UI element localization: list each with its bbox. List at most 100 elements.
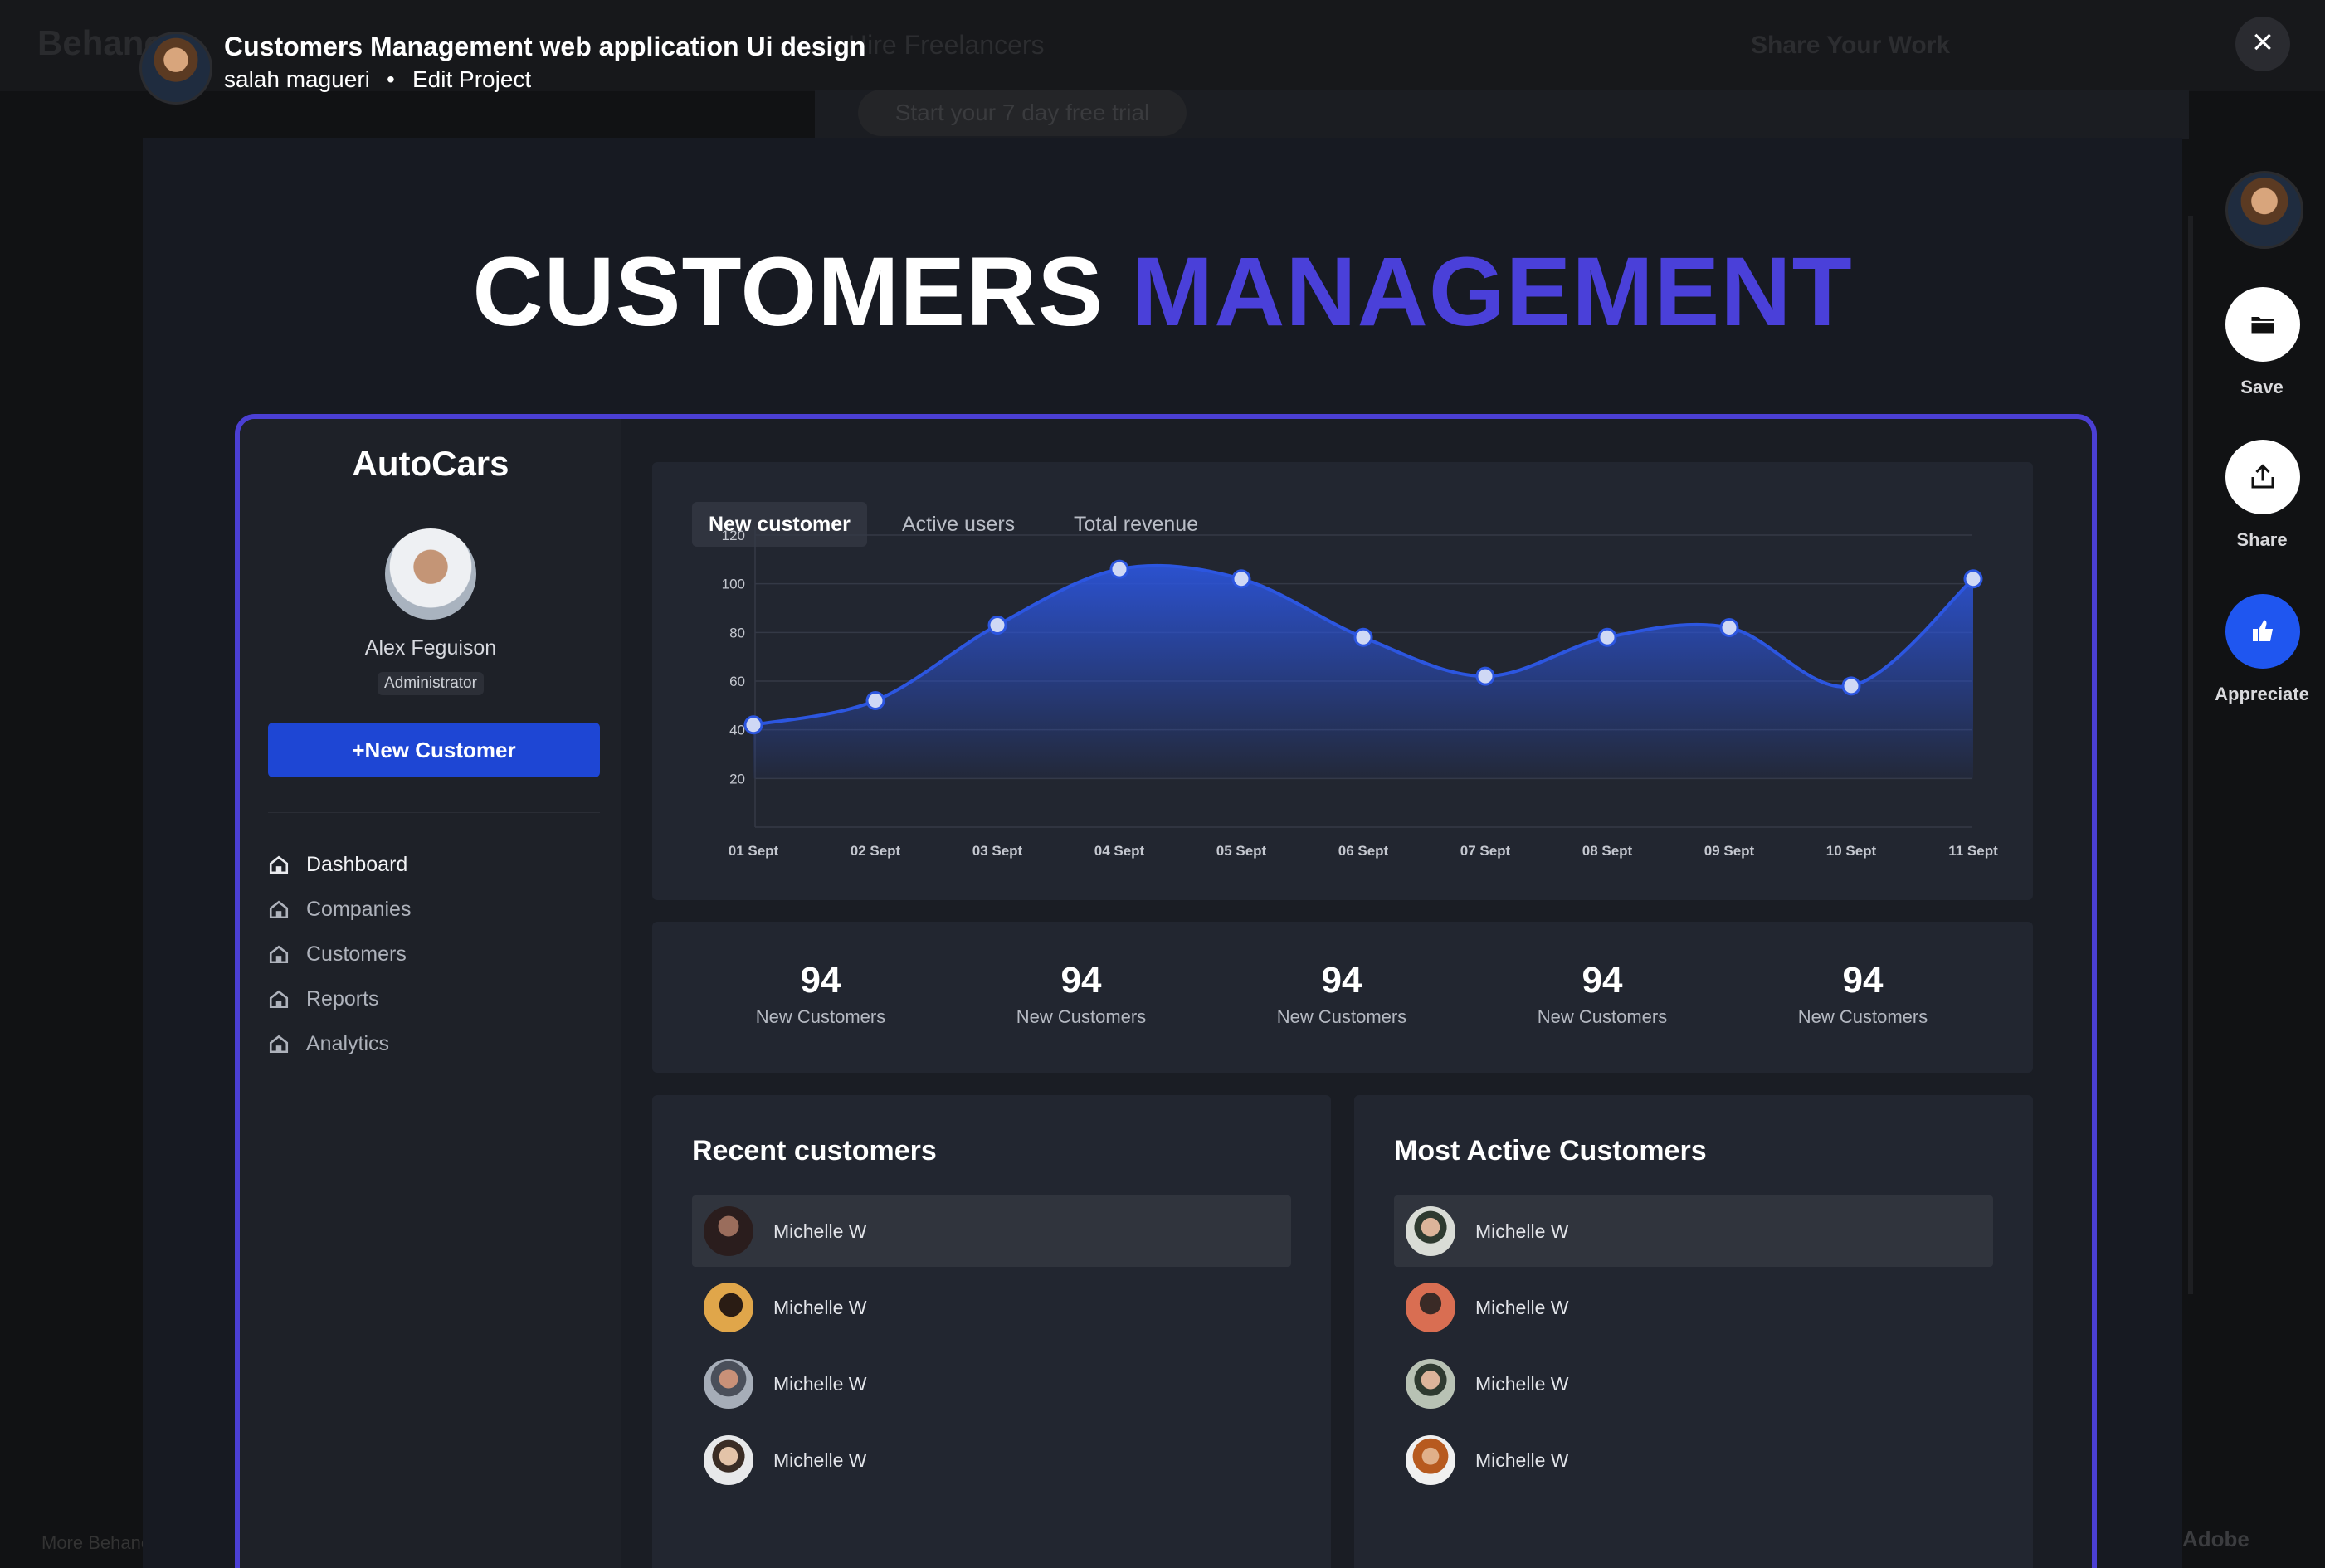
stat-item: 94 New Customers <box>1755 960 1971 1028</box>
sidebar-item-reports[interactable]: Reports <box>268 976 600 1021</box>
x-tick-label: 06 Sept <box>1338 843 1389 859</box>
brand-name: AutoCars <box>352 444 509 483</box>
y-tick-label: 60 <box>729 674 745 689</box>
y-tick-label: 20 <box>729 771 745 786</box>
avatar <box>1406 1206 1455 1256</box>
list-item[interactable]: Michelle W <box>692 1348 1291 1419</box>
series-area <box>753 565 1973 779</box>
data-point <box>865 690 885 710</box>
x-tick-label: 09 Sept <box>1704 843 1755 859</box>
sidebar-item-companies[interactable]: Companies <box>268 887 600 932</box>
data-point <box>743 715 763 735</box>
customer-name: Michelle W <box>1475 1449 1569 1471</box>
share-button[interactable] <box>2225 440 2300 514</box>
customer-name: Michelle W <box>773 1449 867 1471</box>
avatar <box>1406 1435 1455 1485</box>
sidebar-item-label: Analytics <box>306 1031 390 1055</box>
customer-name: Michelle W <box>773 1220 867 1242</box>
save-button[interactable] <box>2225 287 2300 362</box>
home-icon <box>269 945 289 964</box>
list-item[interactable]: Michelle W <box>692 1195 1291 1267</box>
y-tick-label: 120 <box>722 528 745 543</box>
home-icon <box>269 1035 289 1054</box>
recent-customers-title: Recent customers <box>692 1135 937 1166</box>
list-item[interactable]: Michelle W <box>1394 1195 1993 1267</box>
avatar <box>704 1206 753 1256</box>
edit-project-link[interactable]: Edit Project <box>412 66 531 93</box>
avatar <box>1406 1359 1455 1409</box>
avatar <box>704 1359 753 1409</box>
share-your-work-link: Share Your Work <box>1751 32 1951 59</box>
project-canvas: CUSTOMERS MANAGEMENT AutoCars Alex Fegui… <box>143 138 2182 1568</box>
y-tick-label: 80 <box>729 625 745 640</box>
hero-word-management: MANAGEMENT <box>1131 237 1853 347</box>
appreciate-button[interactable] <box>2225 594 2300 669</box>
list-item[interactable]: Michelle W <box>1394 1272 1993 1343</box>
stat-value: 94 <box>1842 960 1884 1001</box>
x-tick-label: 07 Sept <box>1460 843 1511 859</box>
home-icon <box>269 900 289 919</box>
sidebar-item-dashboard[interactable]: Dashboard <box>268 842 600 887</box>
separator-dot: • <box>387 66 395 92</box>
user-name: Alex Feguison <box>364 636 497 660</box>
sidebar-divider <box>268 812 600 813</box>
x-tick-label: 03 Sept <box>972 843 1023 859</box>
stats-card: 94 New Customers 94 New Customers 94 New… <box>652 922 2033 1073</box>
chart-card: New customer Active users Total revenue … <box>652 462 2033 900</box>
project-title: Customers Management web application Ui … <box>224 32 866 61</box>
stat-value: 94 <box>1060 960 1102 1001</box>
sidebar-item-analytics[interactable]: Analytics <box>268 1021 600 1066</box>
customer-name: Michelle W <box>773 1297 867 1318</box>
x-tick-label: 02 Sept <box>851 843 901 859</box>
x-tick-label: 05 Sept <box>1216 843 1267 859</box>
stat-item: 94 New Customers <box>1494 960 1710 1028</box>
stat-label: New Customers <box>1797 1006 1928 1027</box>
home-icon <box>269 990 289 1009</box>
data-point <box>1597 627 1617 647</box>
data-point <box>1475 666 1495 686</box>
data-point <box>1109 559 1129 579</box>
sidebar-nav: Dashboard Companies Customers Reports An… <box>268 842 600 1066</box>
x-tick-label: 11 Sept <box>1948 843 1998 859</box>
data-point <box>987 616 1007 635</box>
most-active-customers-title: Most Active Customers <box>1394 1135 1707 1166</box>
y-tick-label: 100 <box>722 577 745 592</box>
list-item[interactable]: Michelle W <box>692 1272 1291 1343</box>
customer-name: Michelle W <box>1475 1297 1569 1318</box>
list-item[interactable]: Michelle W <box>692 1424 1291 1496</box>
save-label: Save <box>2240 377 2284 397</box>
stat-label: New Customers <box>755 1006 886 1027</box>
avatar <box>1406 1283 1455 1332</box>
data-point <box>1231 569 1251 589</box>
list-item[interactable]: Michelle W <box>1394 1424 1993 1496</box>
stat-item: 94 New Customers <box>1234 960 1450 1028</box>
x-tick-label: 01 Sept <box>729 843 779 859</box>
y-tick-label: 40 <box>729 723 745 738</box>
sidebar-item-label: Companies <box>306 897 412 921</box>
folder-icon <box>2251 317 2274 334</box>
stat-value: 94 <box>1321 960 1362 1001</box>
list-item[interactable]: Michelle W <box>1394 1348 1993 1419</box>
sidebar: AutoCars Alex Feguison Administrator +Ne… <box>240 419 621 1568</box>
home-icon <box>269 855 289 874</box>
sidebar-item-label: Customers <box>306 942 407 966</box>
share-label: Share <box>2236 529 2288 550</box>
data-point <box>1841 676 1861 696</box>
sidebar-item-label: Dashboard <box>306 852 408 876</box>
new-customer-chart: 20 40 60 80 100 120 01 Sept 02 Sept 03 Sept 04 Se… <box>722 527 1998 859</box>
customer-name: Michelle W <box>1475 1220 1569 1242</box>
author-avatar[interactable] <box>139 32 212 105</box>
close-button[interactable]: × <box>2235 17 2290 71</box>
stat-item: 94 New Customers <box>713 960 929 1028</box>
author-link[interactable]: salah magueri <box>224 66 370 93</box>
hero-title: CUSTOMERS MANAGEMENT <box>143 236 2182 348</box>
data-point <box>1719 617 1739 637</box>
appreciate-label: Appreciate <box>2215 684 2309 704</box>
stat-label: New Customers <box>1016 1006 1147 1027</box>
user-avatar <box>385 528 476 620</box>
rail-author-avatar[interactable] <box>2225 171 2303 249</box>
x-tick-label: 10 Sept <box>1826 843 1877 859</box>
sidebar-item-customers[interactable]: Customers <box>268 932 600 976</box>
data-point <box>1963 569 1983 589</box>
new-customer-button[interactable]: +New Customer <box>268 723 600 777</box>
